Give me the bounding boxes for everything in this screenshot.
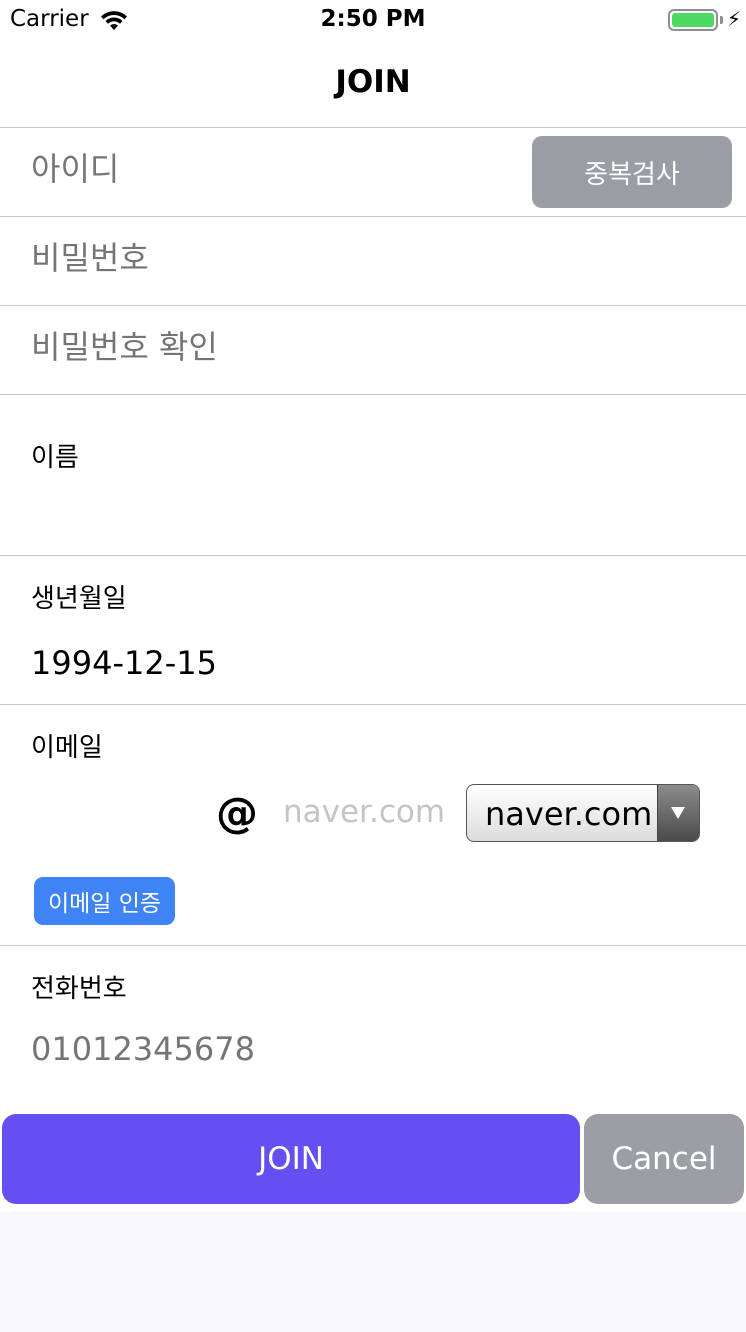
birth-date-field[interactable]: 1994-12-15 [31,644,217,682]
divider [0,704,746,705]
page-title: JOIN [335,64,411,100]
divider [0,216,746,217]
phone-input[interactable] [31,1030,711,1068]
divider [0,394,746,395]
password-confirm-input[interactable] [31,328,711,366]
email-domain-selected: naver.com [485,795,653,833]
email-verify-button[interactable]: 이메일 인증 [34,877,175,925]
phone-label: 전화번호 [31,974,127,1004]
select-arrow-box [657,785,699,841]
battery-icon [668,9,718,31]
email-id-input[interactable] [31,784,201,842]
password-input[interactable] [31,239,711,277]
at-sign: @ [216,788,258,837]
divider [0,555,746,556]
duplicate-check-button[interactable]: 중복검사 [532,136,732,208]
chevron-down-icon [671,807,685,819]
id-input[interactable] [31,150,511,188]
email-domain-select[interactable]: naver.com [466,784,700,842]
join-button[interactable]: JOIN [2,1114,580,1204]
divider [0,945,746,946]
status-bar: Carrier 2:50 PM ⚡ [0,0,746,40]
clock: 2:50 PM [320,6,426,32]
charging-icon: ⚡ [727,7,742,31]
email-domain-input[interactable]: naver.com [283,794,445,830]
name-label: 이름 [31,443,79,473]
email-label: 이메일 [31,733,103,763]
birth-label: 생년월일 [31,584,127,614]
divider [0,305,746,306]
bottom-area [0,1212,746,1332]
divider [0,127,746,128]
name-input[interactable] [31,480,711,540]
cancel-button[interactable]: Cancel [584,1114,744,1204]
battery-cap [720,16,723,24]
